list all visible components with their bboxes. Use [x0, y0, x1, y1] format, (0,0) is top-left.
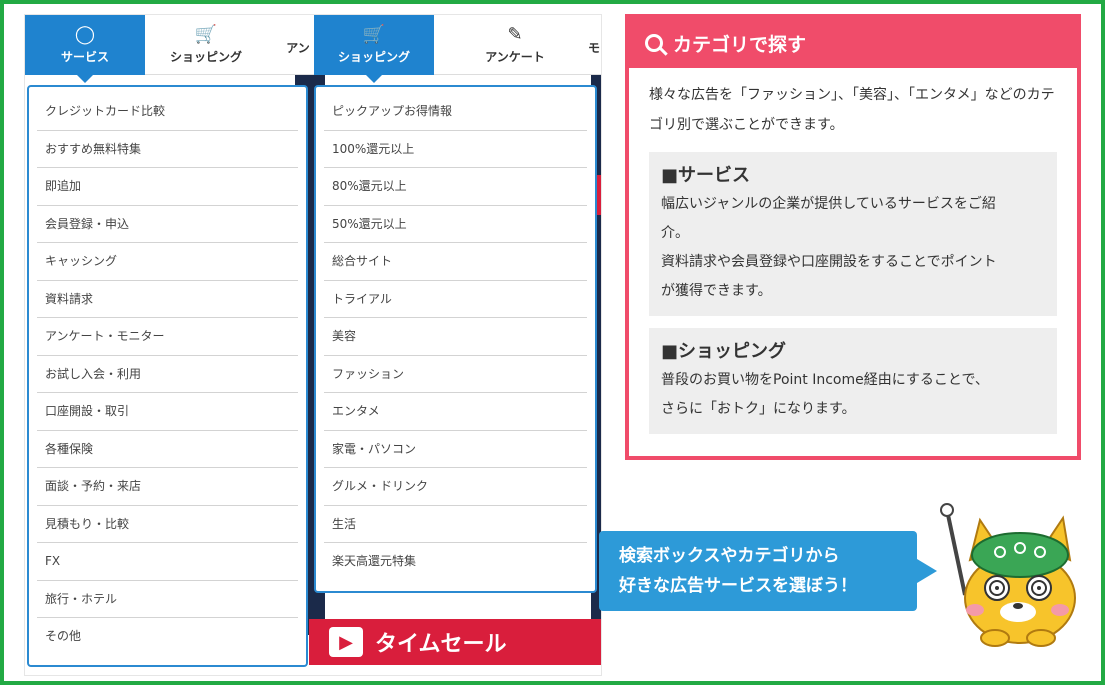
cart-icon: 🛒	[362, 23, 386, 45]
menu-item[interactable]: 楽天高還元特集	[324, 543, 587, 581]
menu-item[interactable]: その他	[37, 618, 298, 656]
tab-survey-partial[interactable]: アン	[283, 15, 313, 75]
time-sale-label: タイムセール	[375, 632, 507, 657]
menu-item[interactable]: ファッション	[324, 356, 587, 393]
section-shopping: ■ショッピング 普段のお買い物をPoint Income経由にすることで、 さら…	[649, 328, 1057, 434]
section-body-line: 資料請求や会員登録や口座開設をすることでポイント	[661, 254, 997, 270]
tab-shopping-active[interactable]: 🛒 ショッピング	[314, 15, 434, 83]
menu-item[interactable]: 見積もり・比較	[37, 506, 298, 543]
section-body-line: 介。	[661, 225, 689, 241]
menu-item[interactable]: クレジットカード比較	[37, 93, 298, 131]
menu-item[interactable]: 生活	[324, 506, 587, 543]
bandana-icon	[971, 532, 1069, 578]
menu-item[interactable]: お試し入会・利用	[37, 356, 298, 393]
menu-item[interactable]: 口座開設・取引	[37, 393, 298, 431]
tab-label: ショッピング	[337, 49, 410, 64]
menu-item[interactable]: ピックアップお得情報	[324, 93, 587, 131]
menu-item[interactable]: 会員登録・申込	[37, 206, 298, 243]
mascot-illustration	[940, 503, 1076, 647]
menu-item[interactable]: キャッシング	[37, 243, 298, 281]
menu-item[interactable]: 家電・パソコン	[324, 431, 587, 468]
section-body: 幅広いジャンルの企業が提供しているサービスをご紹 介。 資料請求や会員登録や口座…	[661, 190, 1045, 306]
tab-label: アン	[286, 40, 310, 55]
category-search-panel: カテゴリで探す 様々な広告を「ファッション」、「美容」、「エンタメ」などのカテゴ…	[625, 14, 1081, 460]
menu-item[interactable]: トライアル	[324, 281, 587, 318]
menu-item[interactable]: 総合サイト	[324, 243, 587, 281]
tab-partial[interactable]: モ	[585, 15, 601, 75]
speech-bubble: 検索ボックスやカテゴリから 好きな広告サービスを選ぼう！	[599, 531, 937, 611]
panel-header: カテゴリで探す	[629, 18, 1077, 68]
time-sale-banner[interactable]: ▶ タイムセール	[309, 619, 601, 665]
search-icon	[645, 34, 663, 52]
menu-item[interactable]: アンケート・モニター	[37, 318, 298, 356]
section-body: 普段のお買い物をPoint Income経由にすることで、 さらに「おトク」にな…	[661, 366, 1045, 424]
tab-label: アンケート	[485, 49, 545, 64]
menu-item[interactable]: 資料請求	[37, 281, 298, 318]
menu-item[interactable]: 旅行・ホテル	[37, 581, 298, 618]
section-body-line: さらに「おトク」になります。	[661, 401, 856, 417]
shopping-dropdown-menu: ピックアップお得情報 100%還元以上 80%還元以上 50%還元以上 総合サイ…	[314, 85, 597, 593]
tab-label: サービス	[60, 49, 109, 64]
menu-item[interactable]: 100%還元以上	[324, 131, 587, 168]
cart-icon: 🛒	[194, 23, 218, 45]
section-service: ■サービス 幅広いジャンルの企業が提供しているサービスをご紹 介。 資料請求や会…	[649, 152, 1057, 316]
lightbulb-icon: ◯	[74, 23, 96, 45]
menu-item[interactable]: グルメ・ドリンク	[324, 468, 587, 506]
menu-item[interactable]: エンタメ	[324, 393, 587, 431]
bubble-line: 好きな広告サービスを選ぼう！	[619, 576, 857, 596]
site-screenshot: ◯ サービス 🛒 ショッピング アン 🛒 ショッピング ✎ アンケート モ クレ…	[24, 14, 602, 676]
service-dropdown-menu: クレジットカード比較 おすすめ無料特集 即追加 会員登録・申込 キャッシング 資…	[27, 85, 308, 667]
tab-caret	[77, 75, 93, 83]
megaphone-icon: ▶	[329, 627, 363, 657]
survey-icon: ✎	[507, 23, 523, 45]
menu-item[interactable]: 80%還元以上	[324, 168, 587, 206]
menu-item[interactable]: FX	[37, 543, 298, 581]
bubble-line: 検索ボックスやカテゴリから	[619, 546, 840, 566]
panel-intro: 様々な広告を「ファッション」、「美容」、「エンタメ」などのカテゴリ別で選ぶことが…	[649, 87, 1055, 133]
tab-caret	[366, 75, 382, 83]
section-body-line: 幅広いジャンルの企業が提供しているサービスをご紹	[661, 196, 996, 212]
tab-label: ショッピング	[169, 49, 242, 64]
menu-item[interactable]: 50%還元以上	[324, 206, 587, 243]
section-title: ■サービス	[661, 165, 751, 186]
category-tab-bar: ◯ サービス 🛒 ショッピング アン 🛒 ショッピング ✎ アンケート モ	[25, 15, 601, 83]
section-body-line: が獲得できます。	[661, 283, 772, 299]
tab-shopping[interactable]: 🛒 ショッピング	[147, 15, 265, 75]
tab-label: モ	[587, 40, 600, 55]
tab-survey[interactable]: ✎ アンケート	[455, 15, 575, 75]
menu-item[interactable]: 美容	[324, 318, 587, 356]
tab-service[interactable]: ◯ サービス	[25, 15, 145, 83]
menu-item[interactable]: おすすめ無料特集	[37, 131, 298, 168]
menu-item[interactable]: 面談・予約・来店	[37, 468, 298, 506]
menu-item[interactable]: 即追加	[37, 168, 298, 206]
menu-item[interactable]: 各種保険	[37, 431, 298, 468]
section-body-line: 普段のお買い物をPoint Income経由にすることで、	[661, 372, 989, 388]
panel-title: カテゴリで探す	[673, 33, 807, 56]
wand-icon	[945, 509, 967, 596]
section-title: ■ショッピング	[661, 341, 787, 362]
